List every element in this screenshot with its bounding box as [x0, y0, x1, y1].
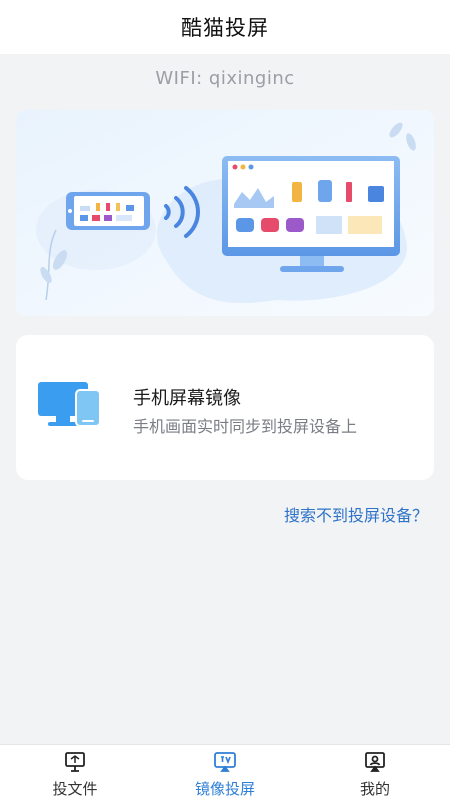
- monitor-phone-icon: [38, 382, 104, 432]
- cast-file-icon: [63, 750, 87, 774]
- wifi-status: WIFI: qixinginc: [155, 68, 295, 89]
- tab-label: 我的: [359, 780, 390, 798]
- tv-cast-icon: [213, 750, 237, 774]
- app-header: 酷猫投屏: [0, 0, 450, 54]
- bottom-tabbar: 投文件 镜像投屏 我的: [0, 744, 450, 800]
- page-title: 酷猫投屏: [181, 16, 269, 40]
- tab-cast-file[interactable]: 投文件: [0, 745, 150, 800]
- tab-label: 镜像投屏: [194, 780, 255, 798]
- phone-mirroring-card[interactable]: 手机屏幕镜像 手机画面实时同步到投屏设备上: [16, 335, 434, 480]
- tab-mirror-cast[interactable]: 镜像投屏: [150, 745, 300, 800]
- tab-label: 投文件: [52, 780, 98, 798]
- tab-mine[interactable]: 我的: [300, 745, 450, 800]
- mirroring-banner: [16, 110, 434, 316]
- card-subtitle: 手机画面实时同步到投屏设备上: [133, 417, 358, 436]
- profile-icon: [363, 750, 387, 774]
- screen-mirroring-illustration: [16, 110, 434, 316]
- card-title: 手机屏幕镜像: [133, 388, 241, 409]
- device-not-found-link[interactable]: 搜索不到投屏设备？: [284, 502, 428, 526]
